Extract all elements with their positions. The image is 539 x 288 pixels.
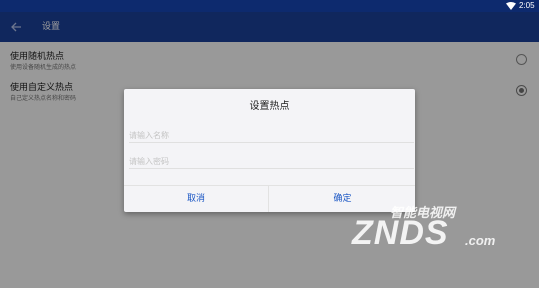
name-field-container [129,123,414,145]
watermark-suffix: .com [465,233,496,248]
cancel-button[interactable]: 取消 [124,186,269,212]
status-bar: 2:05 [0,0,539,12]
status-time: 2:05 [519,1,535,10]
wifi-icon [506,2,516,10]
dialog-title: 设置热点 [249,101,290,112]
hotspot-password-input[interactable] [129,152,414,171]
hotspot-dialog: 设置热点 取消 确定 [124,89,415,212]
watermark-logo: ZNDS [352,214,449,252]
password-field-container [129,149,414,171]
hotspot-name-input[interactable] [129,126,414,145]
znds-watermark: 智能电视网 ZNDS .com [352,198,532,258]
